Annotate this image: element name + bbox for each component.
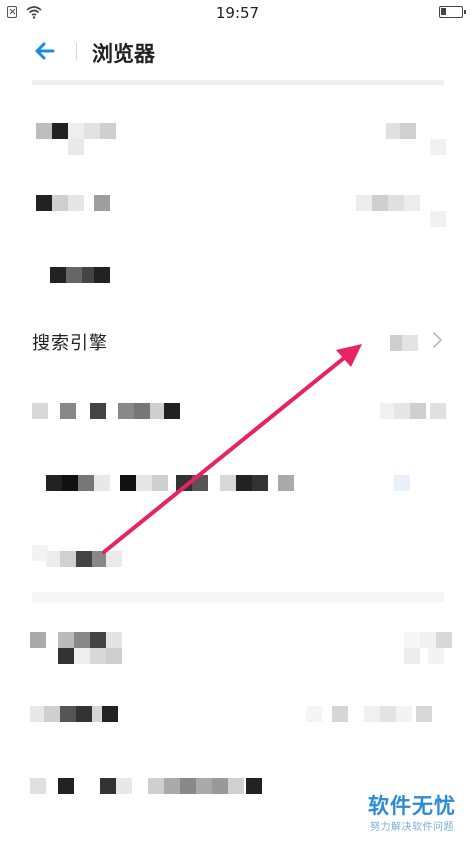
status-time: 19:57	[215, 4, 260, 22]
settings-row-9[interactable]	[0, 692, 475, 742]
status-bar: 19:57	[0, 0, 475, 26]
settings-row-5[interactable]	[0, 385, 475, 435]
settings-row-1[interactable]	[0, 105, 475, 165]
search-engine-label: 搜索引擎	[32, 333, 108, 354]
watermark-tagline: 努力解决软件问题	[370, 822, 454, 833]
app-header: 浏览器	[0, 26, 475, 80]
page-title: 浏览器	[92, 42, 155, 66]
header-divider	[76, 43, 77, 60]
chevron-right-icon	[433, 332, 442, 348]
settings-row-2[interactable]	[0, 175, 475, 235]
header-rule	[32, 80, 444, 85]
watermark: 软件无忧 努力解决软件问题	[356, 790, 464, 834]
section-separator	[32, 592, 444, 602]
back-arrow-icon[interactable]	[33, 39, 57, 63]
settings-row-7[interactable]	[0, 525, 475, 575]
settings-row-3[interactable]	[0, 245, 475, 305]
battery-icon	[439, 6, 466, 18]
settings-row-6[interactable]	[0, 455, 475, 505]
settings-row-8[interactable]	[0, 622, 475, 672]
watermark-brand: 软件无忧	[368, 794, 456, 818]
search-engine-row[interactable]: 搜索引擎	[0, 315, 475, 365]
